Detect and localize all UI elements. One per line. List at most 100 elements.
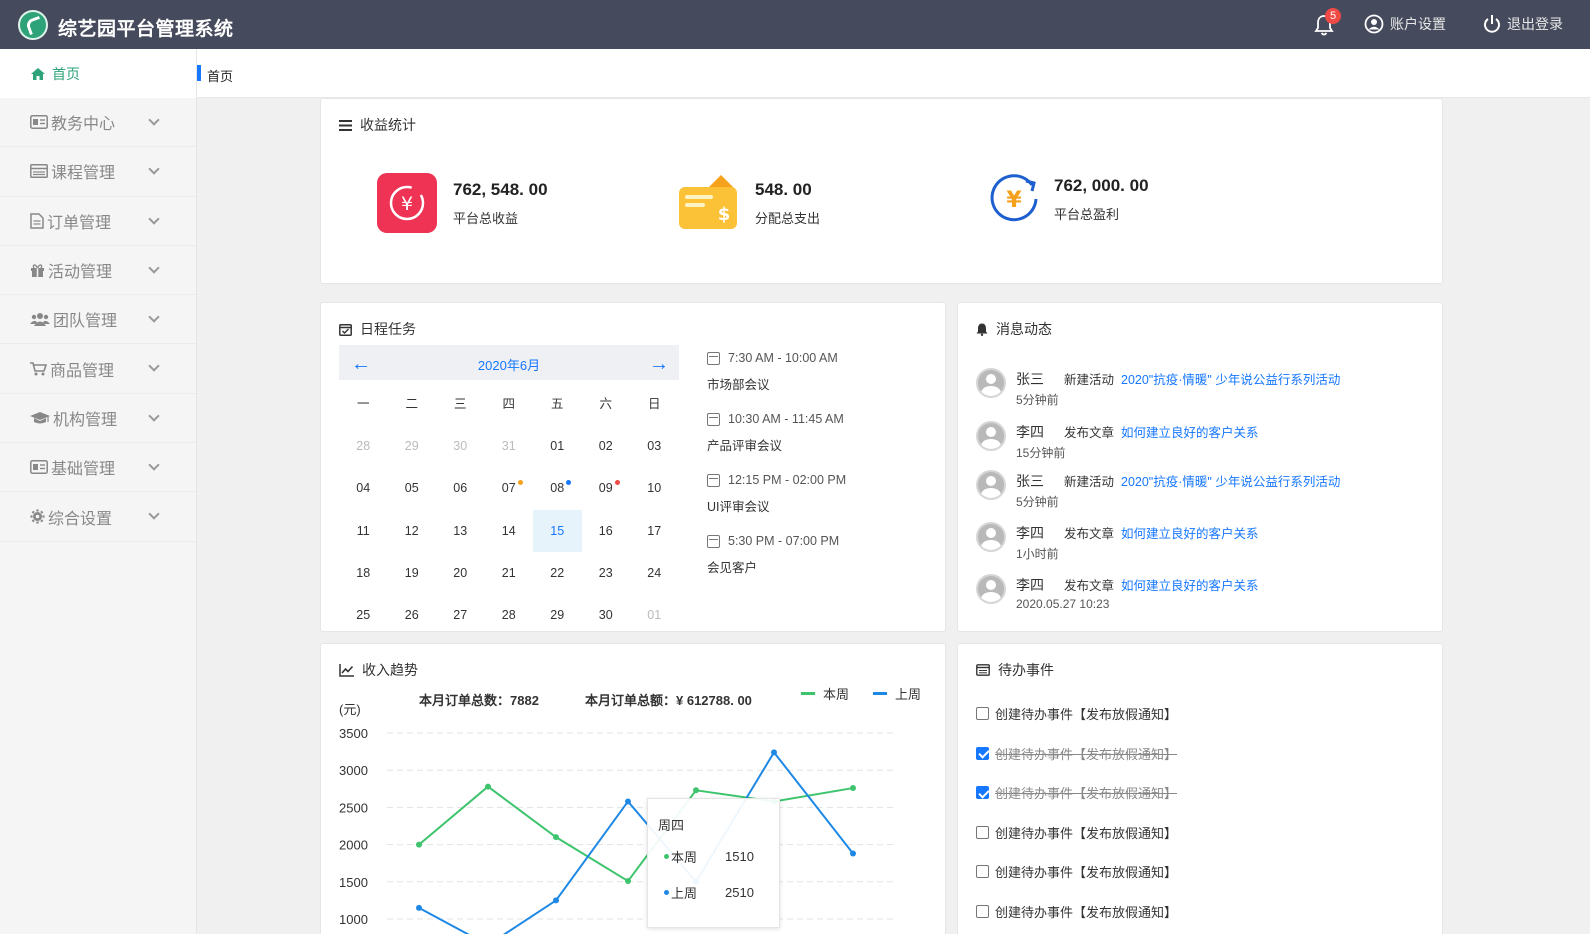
todo-checkbox[interactable] [976,825,989,839]
message-link[interactable]: 2020"抗疫·情暖" 少年说公益行系列活动 [1121,369,1340,388]
todo-checkbox[interactable] [976,746,989,760]
calendar-day[interactable]: 16 [582,510,631,552]
message-user[interactable]: 李四 [1016,523,1044,543]
avatar[interactable] [976,574,1006,604]
sidebar-item-6[interactable]: 商品管理 [0,344,196,394]
avatar[interactable] [976,368,1006,398]
sidebar-item-7[interactable]: 机构管理 [0,394,196,444]
calendar-day[interactable]: 17 [630,510,679,552]
todo-item[interactable]: 创建待办事件【发布放假通知】 [976,862,1177,881]
todo-item[interactable]: 创建待办事件【发布放假通知】 [976,823,1177,842]
sidebar-item-5[interactable]: 团队管理 [0,295,196,345]
schedule-event[interactable]: 12:15 PM - 02:00 PM UI评审会议 [707,473,907,534]
calendar-day[interactable]: 12 [388,510,437,552]
data-point[interactable] [553,897,559,904]
message-link[interactable]: 如何建立良好的客户关系 [1121,575,1259,594]
calendar-day[interactable]: 02 [582,425,631,467]
todo-item[interactable]: 创建待办事件【发布放假通知】 [976,704,1177,723]
data-point[interactable] [850,785,856,792]
data-point[interactable] [625,798,631,805]
data-point[interactable] [850,850,856,857]
avatar[interactable] [976,421,1006,451]
chevron-down-icon[interactable] [148,311,160,323]
logout-button[interactable]: 退出登录 [1483,14,1563,34]
sidebar-item-2[interactable]: 课程管理 [0,147,196,197]
sidebar-item-1[interactable]: 教务中心 [0,98,196,148]
calendar-day[interactable]: 14 [485,510,534,552]
message-link[interactable]: 2020"抗疫·情暖" 少年说公益行系列活动 [1121,471,1340,490]
calendar-day[interactable]: 13 [436,510,485,552]
chevron-down-icon[interactable] [148,212,160,225]
calendar-day[interactable]: 03 [630,425,679,467]
calendar-day[interactable]: 10 [630,467,679,509]
sidebar-item-home[interactable]: 首页 [0,49,196,98]
calendar-day[interactable]: 22 [533,552,582,594]
breadcrumb-current[interactable]: 首页 [207,66,233,85]
account-settings-button[interactable]: 账户设置 [1364,14,1446,34]
avatar[interactable] [976,470,1006,500]
schedule-event[interactable]: 10:30 AM - 11:45 AM 产品评审会议 [707,412,907,473]
data-point[interactable] [416,841,422,848]
calendar-day[interactable]: 25 [339,594,388,636]
chevron-down-icon[interactable] [148,163,160,175]
message-link[interactable]: 如何建立良好的客户关系 [1121,422,1259,441]
todo-checkbox[interactable] [976,707,989,720]
calendar-day[interactable]: 23 [582,552,631,594]
calendar-day[interactable]: 07 [485,467,534,509]
sidebar-item-4[interactable]: 活动管理 [0,246,196,296]
chevron-down-icon[interactable] [148,360,160,373]
calendar-day[interactable]: 24 [630,552,679,594]
data-point[interactable] [416,904,422,911]
calendar-day[interactable]: 26 [388,594,437,636]
todo-item[interactable]: 创建待办事件【发布放假通知】 [976,783,1177,802]
data-point[interactable] [625,878,631,885]
data-point[interactable] [485,783,491,790]
message-user[interactable]: 李四 [1016,422,1044,442]
calendar-day[interactable]: 27 [436,594,485,636]
todo-item[interactable]: 创建待办事件【发布放假通知】 [976,902,1177,921]
calendar-day[interactable]: 15 [533,509,582,552]
todo-checkbox[interactable] [976,786,989,799]
sidebar-item-3[interactable]: 订单管理 [0,197,196,246]
calendar-day[interactable]: 31 [485,425,534,467]
calendar-day[interactable]: 09 [582,467,631,509]
data-point[interactable] [553,834,559,841]
calendar-day[interactable]: 28 [339,425,388,467]
calendar-day[interactable]: 01 [630,594,679,636]
chevron-down-icon[interactable] [148,262,160,274]
chevron-down-icon[interactable] [148,459,160,471]
calendar-day[interactable]: 08 [533,467,582,509]
chevron-down-icon[interactable] [148,508,160,521]
next-month-arrow-icon[interactable]: → [649,353,669,376]
calendar-day[interactable]: 30 [582,594,631,636]
schedule-event[interactable]: 5:30 PM - 07:00 PM 会见客户 [707,534,907,595]
sidebar-item-8[interactable]: 基础管理 [0,443,196,493]
data-point[interactable] [771,749,777,756]
calendar-day[interactable]: 01 [533,425,582,467]
todo-checkbox[interactable] [976,865,989,878]
calendar-day[interactable]: 29 [388,425,437,467]
calendar-day[interactable]: 11 [339,510,388,552]
todo-checkbox[interactable] [976,904,989,918]
chevron-down-icon[interactable] [148,410,160,422]
todo-item[interactable]: 创建待办事件【发布放假通知】 [976,744,1177,763]
calendar-day[interactable]: 28 [485,594,534,636]
calendar-day[interactable]: 04 [339,467,388,509]
calendar-day[interactable]: 18 [339,552,388,594]
avatar[interactable] [976,522,1006,552]
calendar-day[interactable]: 29 [533,594,582,636]
message-user[interactable]: 张三 [1016,369,1044,389]
sidebar-item-9[interactable]: 综合设置 [0,492,196,542]
calendar-day[interactable]: 05 [388,467,437,509]
calendar-day[interactable]: 20 [436,552,485,594]
schedule-event[interactable]: 7:30 AM - 10:00 AM 市场部会议 [707,351,907,412]
message-link[interactable]: 如何建立良好的客户关系 [1121,523,1259,542]
calendar-day[interactable]: 30 [436,425,485,467]
message-user[interactable]: 李四 [1016,575,1044,595]
data-point[interactable] [693,787,699,794]
calendar-day[interactable]: 19 [388,552,437,594]
calendar-day[interactable]: 21 [485,552,534,594]
chevron-down-icon[interactable] [148,114,160,126]
calendar-day[interactable]: 06 [436,467,485,509]
message-user[interactable]: 张三 [1016,471,1044,491]
